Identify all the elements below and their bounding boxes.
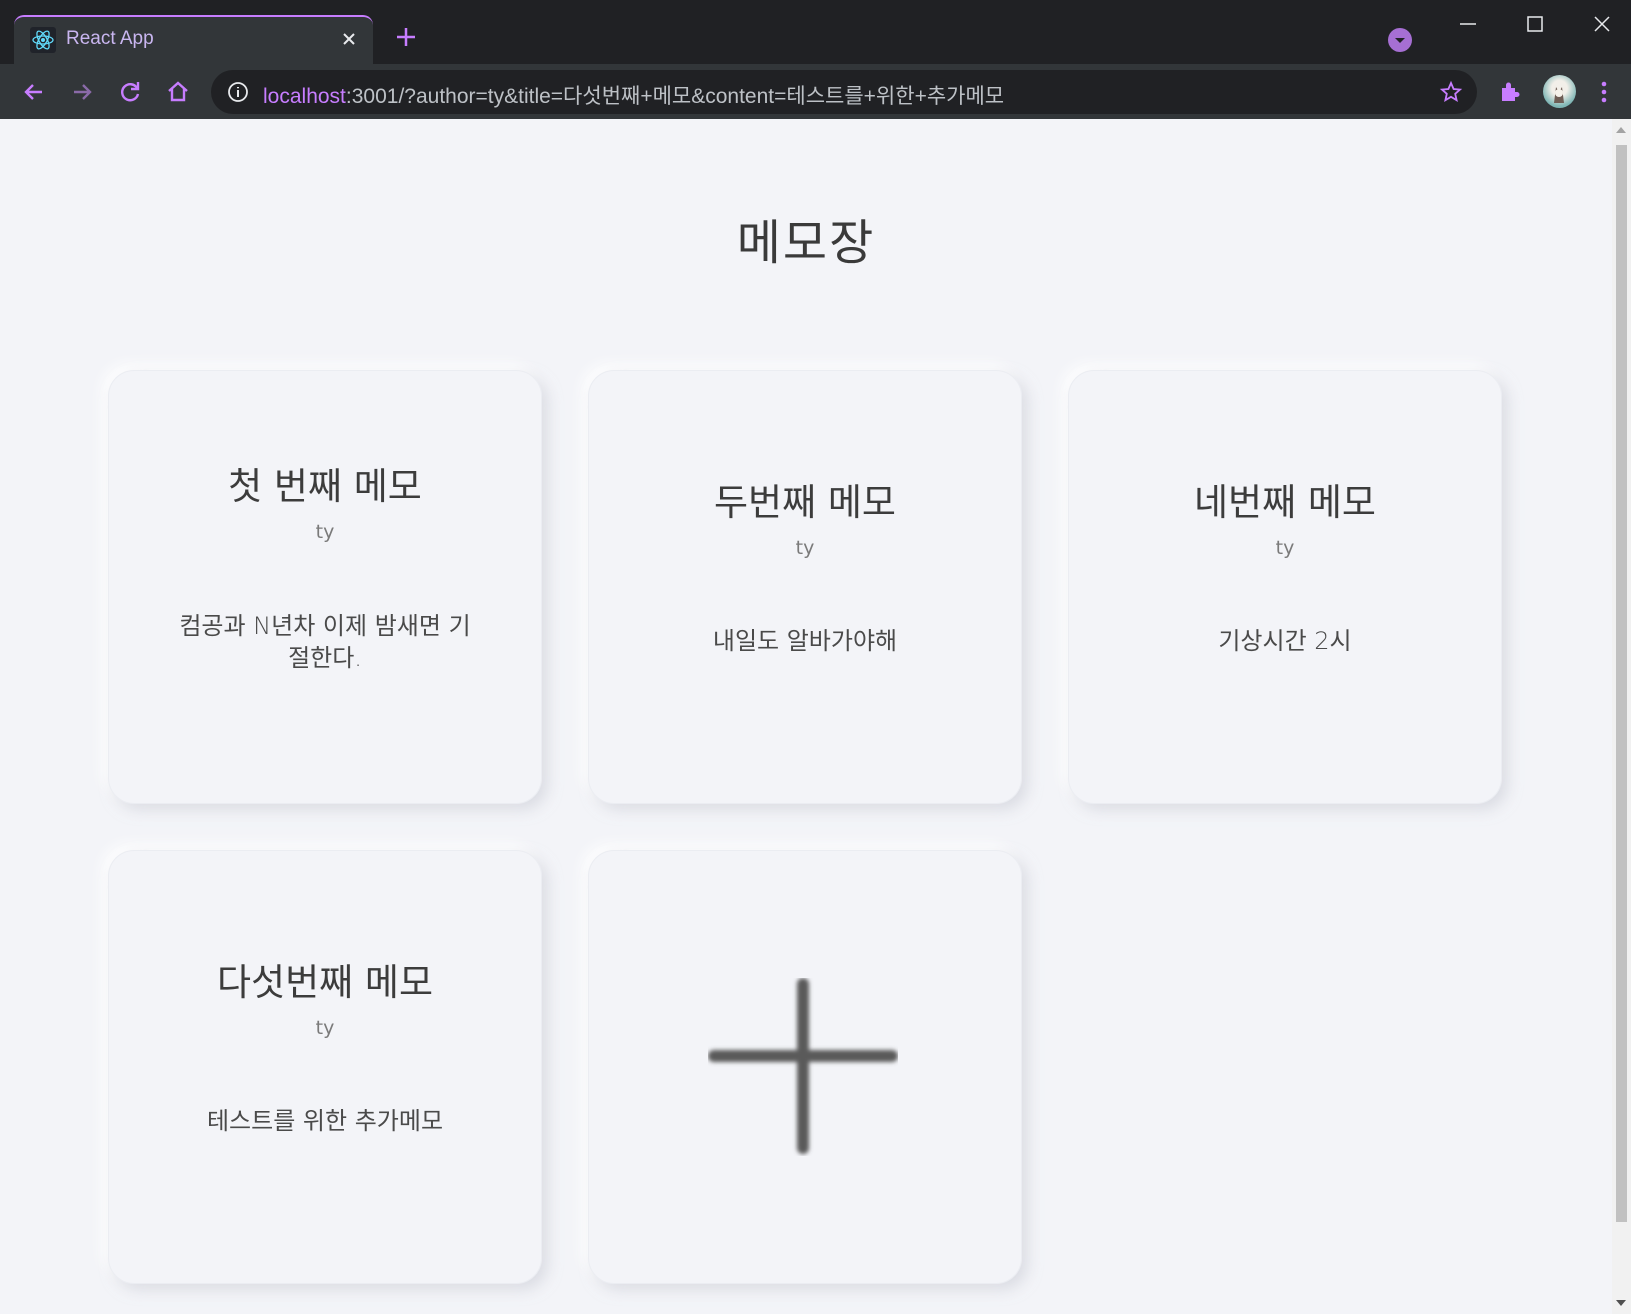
url-path: :3001/?author=ty&title=다섯번째+메모&content=테… xyxy=(345,85,1005,108)
memo-author: ty xyxy=(315,521,335,543)
memo-title: 두번째 메모 xyxy=(714,481,896,524)
extensions-icon[interactable] xyxy=(1497,79,1523,105)
memo-content-line: 컴공과 N년차 이제 밤새면 기 xyxy=(179,612,471,640)
scroll-thumb[interactable] xyxy=(1616,145,1627,1222)
bookmark-star-icon[interactable] xyxy=(1439,80,1463,104)
more-menu-icon[interactable] xyxy=(1596,78,1612,106)
tab-react-app[interactable]: React App xyxy=(14,15,373,64)
react-icon xyxy=(30,27,56,53)
minimize-icon[interactable] xyxy=(1456,12,1480,36)
memo-content: 테스트를 위한 추가메모 xyxy=(206,1107,444,1135)
memo-title: 첫 번째 메모 xyxy=(228,465,422,508)
memo-content: 기상시간 2시 xyxy=(1218,627,1352,655)
info-icon[interactable] xyxy=(227,81,249,103)
add-memo-button[interactable] xyxy=(588,850,1022,1284)
close-tab-icon[interactable] xyxy=(339,29,359,49)
tab-strip: React App xyxy=(0,0,1631,64)
memo-title: 네번째 메모 xyxy=(1194,481,1376,524)
reload-icon[interactable] xyxy=(116,78,144,106)
window-close-icon[interactable] xyxy=(1590,12,1614,36)
memo-card[interactable]: 두번째 메모 ty 내일도 알바가야해 xyxy=(588,370,1022,804)
forward-icon[interactable] xyxy=(68,78,96,106)
tab-title: React App xyxy=(66,28,154,49)
home-icon[interactable] xyxy=(164,78,192,106)
page-title: 메모장 xyxy=(736,215,876,271)
memo-content-line: 절한다. xyxy=(288,644,362,672)
memo-author: ty xyxy=(795,537,815,559)
url-text[interactable]: localhost:3001/?author=ty&title=다섯번째+메모&… xyxy=(263,80,1004,110)
back-icon[interactable] xyxy=(20,78,48,106)
memo-author: ty xyxy=(315,1017,335,1039)
url-host: localhost xyxy=(263,85,346,108)
browser-toolbar: localhost:3001/?author=ty&title=다섯번째+메모&… xyxy=(0,64,1631,119)
scroll-up-icon[interactable] xyxy=(1616,127,1626,133)
memo-title: 다섯번째 메모 xyxy=(216,961,433,1004)
scroll-down-icon[interactable] xyxy=(1616,1300,1626,1306)
address-bar[interactable]: localhost:3001/?author=ty&title=다섯번째+메모&… xyxy=(211,70,1477,114)
memo-content: 내일도 알바가야해 xyxy=(712,627,898,655)
vertical-scrollbar[interactable] xyxy=(1612,119,1631,1314)
new-tab-icon[interactable] xyxy=(393,24,419,50)
memo-card[interactable]: 첫 번째 메모 ty 컴공과 N년차 이제 밤새면 기 절한다. xyxy=(108,370,542,804)
memo-card[interactable]: 다섯번째 메모 ty 테스트를 위한 추가메모 xyxy=(108,850,542,1284)
page-viewport: 메모장 첫 번째 메모 ty 컴공과 N년차 이제 밤새면 기 절한다. 두번째… xyxy=(0,119,1612,1314)
memo-author: ty xyxy=(1275,537,1295,559)
profile-avatar[interactable] xyxy=(1543,75,1576,108)
plus-icon xyxy=(708,978,898,1154)
maximize-icon[interactable] xyxy=(1523,12,1547,36)
memo-content: 컴공과 N년차 이제 밤새면 기 절한다. xyxy=(158,610,492,674)
tab-search-icon[interactable] xyxy=(1388,28,1412,52)
memo-card[interactable]: 네번째 메모 ty 기상시간 2시 xyxy=(1068,370,1502,804)
